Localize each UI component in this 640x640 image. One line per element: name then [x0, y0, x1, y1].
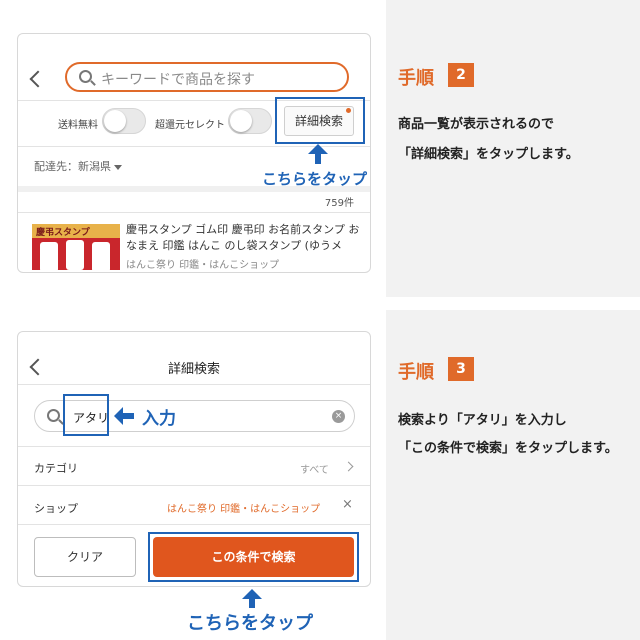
super-return-label: 超還元セレクト — [155, 120, 225, 131]
highlight-box — [63, 394, 109, 436]
search-input[interactable]: キーワードで商品を探す — [65, 62, 349, 92]
step-heading: 手順 — [398, 362, 434, 383]
section-gap — [18, 186, 370, 192]
step3-side: 手順 3 検索より「アタリ」を入力し 「この条件で検索」をタップします。 — [386, 310, 640, 640]
remove-shop-icon[interactable]: × — [342, 497, 353, 512]
highlight-box — [275, 97, 365, 144]
input-hint: 入力 — [142, 409, 176, 429]
step-number: 2 — [448, 63, 474, 87]
shop-value[interactable]: はんこ祭り 印鑑・はんこショップ — [167, 500, 320, 515]
divider — [18, 384, 370, 385]
toggle-knob — [104, 110, 126, 132]
toggle-knob — [230, 110, 252, 132]
tap-hint: こちらをタップ — [187, 613, 313, 634]
step-description-line2: 「詳細検索」をタップします。 — [398, 147, 579, 162]
step2-side: 手順 2 商品一覧が表示されるので 「詳細検索」をタップします。 — [386, 0, 640, 297]
divider — [18, 524, 370, 525]
caret-down-icon — [114, 164, 122, 170]
stamp-image — [92, 242, 110, 270]
shop-label: ショップ — [34, 502, 78, 515]
search-icon — [79, 70, 92, 83]
step3-screen: 詳細検索 アタリ × 入力 カテゴリ すべて ショップ はんこ祭り 印鑑・はんこ… — [17, 331, 371, 587]
page-title: 詳細検索 — [167, 362, 220, 377]
step-description-line1: 検索より「アタリ」を入力し — [398, 413, 567, 428]
arrow-stem — [315, 154, 321, 164]
product-thumbnail[interactable]: 慶弔スタンプ — [32, 224, 120, 270]
thumb-text: 慶弔スタンプ — [36, 228, 90, 238]
highlight-box — [148, 532, 359, 582]
delivery-label: 配達先：新潟県 — [34, 160, 111, 173]
step2-screen: キーワードで商品を探す 送料無料 超還元セレクト 詳細検索 配達先：新潟県 こち… — [17, 33, 371, 273]
search-placeholder: キーワードで商品を探す — [101, 72, 255, 88]
arrow-up-icon — [308, 144, 328, 154]
stamp-image — [66, 240, 84, 270]
divider — [18, 212, 370, 213]
category-label: カテゴリ — [34, 462, 78, 475]
arrow-stem — [249, 598, 255, 608]
divider — [18, 485, 370, 486]
delivery-selector[interactable]: 配達先：新潟県 — [34, 158, 122, 174]
result-count: 759件 — [324, 198, 354, 209]
super-return-toggle[interactable] — [228, 108, 272, 134]
clear-button[interactable]: クリア — [34, 537, 136, 577]
step-description-line1: 商品一覧が表示されるので — [398, 117, 555, 132]
clear-input-icon[interactable]: × — [332, 410, 345, 423]
step-description-line2: 「この条件で検索」をタップします。 — [398, 441, 618, 456]
step-number: 3 — [448, 357, 474, 381]
free-shipping-toggle[interactable] — [102, 108, 146, 134]
back-icon[interactable] — [29, 70, 47, 88]
arrow-stem — [122, 413, 134, 419]
product-shop: はんこ祭り 印鑑・はんこショップ — [126, 260, 280, 271]
search-icon — [47, 409, 60, 422]
stamp-image — [40, 242, 58, 270]
product-title[interactable]: 慶弔スタンプ ゴム印 慶弔印 お名前スタンプ おなまえ 印鑑 はんこ のし袋スタ… — [126, 222, 362, 254]
category-value[interactable]: すべて — [300, 461, 329, 476]
thumb-band: 慶弔スタンプ — [32, 224, 120, 238]
divider — [18, 446, 370, 447]
step-heading: 手順 — [398, 68, 434, 89]
chevron-right-icon[interactable] — [343, 461, 354, 472]
free-shipping-label: 送料無料 — [58, 120, 98, 131]
